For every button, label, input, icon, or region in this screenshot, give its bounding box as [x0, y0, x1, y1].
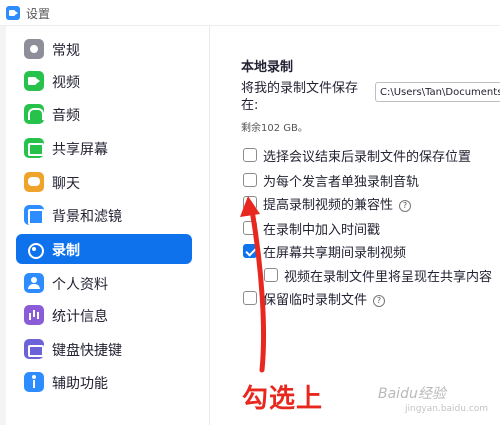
watermark-logo: Baidu经验: [378, 386, 446, 402]
sidebar-item-label: 统计信息: [52, 309, 108, 325]
option-label: 为每个发言者单独录制音轨: [263, 175, 420, 190]
settings-sidebar: 常规 视频 音频 共享屏幕 聊天 背景和滤镜 录制 个人资料 统计信息 键盘快捷…: [6, 26, 210, 425]
help-icon[interactable]: ?: [399, 200, 412, 212]
checkbox[interactable]: [264, 268, 278, 282]
option-label: 在屏幕共享期间录制视频: [263, 246, 407, 261]
accessibility-icon: [24, 372, 44, 392]
sidebar-item-general[interactable]: 常规: [16, 34, 192, 64]
remaining-space: 剩余102 GB。: [241, 123, 308, 134]
sidebar-item-keyboard-shortcuts[interactable]: 键盘快捷键: [16, 334, 192, 364]
checkbox[interactable]: [243, 148, 257, 162]
sidebar-item-recording[interactable]: 录制: [16, 234, 192, 264]
share-screen-icon: [24, 138, 44, 158]
sidebar-item-share-screen[interactable]: 共享屏幕: [16, 133, 192, 163]
save-location-label: 将我的录制文件保存在:: [241, 81, 359, 113]
sidebar-item-label: 键盘快捷键: [52, 343, 122, 359]
sidebar-item-label: 共享屏幕: [52, 142, 108, 158]
sidebar-item-video[interactable]: 视频: [16, 66, 192, 96]
option-label-text: 保留临时录制文件: [263, 293, 368, 308]
video-camera-icon: [24, 71, 44, 91]
sidebar-item-label: 常规: [52, 43, 80, 59]
sidebar-item-background[interactable]: 背景和滤镜: [16, 200, 192, 230]
sidebar-item-label: 聊天: [52, 176, 80, 192]
option-label: 提高录制视频的兼容性?: [263, 194, 412, 213]
zoom-app-icon: [6, 6, 20, 20]
sidebar-item-audio[interactable]: 音频: [16, 99, 192, 129]
section-title: 本地录制: [241, 60, 294, 75]
option-label-text: 提高录制视频的兼容性: [263, 198, 394, 213]
checkbox[interactable]: [243, 196, 257, 210]
title-bar: 设置: [0, 0, 500, 26]
stats-icon: [24, 305, 44, 325]
sidebar-item-label: 录制: [52, 243, 80, 259]
sidebar-item-label: 辅助功能: [52, 376, 108, 392]
checkbox[interactable]: [243, 173, 257, 187]
checkbox[interactable]: [243, 291, 257, 305]
help-icon[interactable]: ?: [373, 295, 386, 307]
sidebar-item-chat[interactable]: 聊天: [16, 167, 192, 197]
save-path-field[interactable]: [375, 82, 500, 102]
chat-bubble-icon: [24, 172, 44, 192]
checkbox-checked[interactable]: [243, 244, 257, 258]
sidebar-item-accessibility[interactable]: 辅助功能: [16, 367, 192, 397]
background-icon: [24, 205, 44, 225]
sidebar-item-label: 个人资料: [52, 277, 108, 293]
sidebar-item-label: 视频: [52, 75, 80, 91]
keyboard-icon: [24, 339, 44, 359]
sidebar-item-statistics[interactable]: 统计信息: [16, 300, 192, 330]
sidebar-item-label: 音频: [52, 108, 80, 124]
recording-settings-panel: 本地录制 将我的录制文件保存在: 剩余102 GB。 选择会议结束后录制文件的保…: [211, 26, 500, 425]
watermark-url: jingyan.baidu.com: [405, 404, 489, 414]
checkbox[interactable]: [243, 221, 257, 235]
annotation-text: 勾选上: [242, 384, 324, 414]
option-label: 在录制中加入时间戳: [263, 223, 381, 238]
profile-icon: [24, 273, 44, 293]
sidebar-item-profile[interactable]: 个人资料: [16, 268, 192, 298]
sidebar-item-label: 背景和滤镜: [52, 209, 122, 225]
option-label: 保留临时录制文件?: [263, 289, 386, 308]
window-title: 设置: [26, 7, 51, 21]
option-label: 选择会议结束后录制文件的保存位置: [263, 150, 472, 165]
option-label: 视频在录制文件里将呈现在共享内容: [284, 270, 493, 285]
headphones-icon: [24, 104, 44, 124]
record-icon: [24, 239, 44, 259]
gear-icon: [24, 39, 44, 59]
